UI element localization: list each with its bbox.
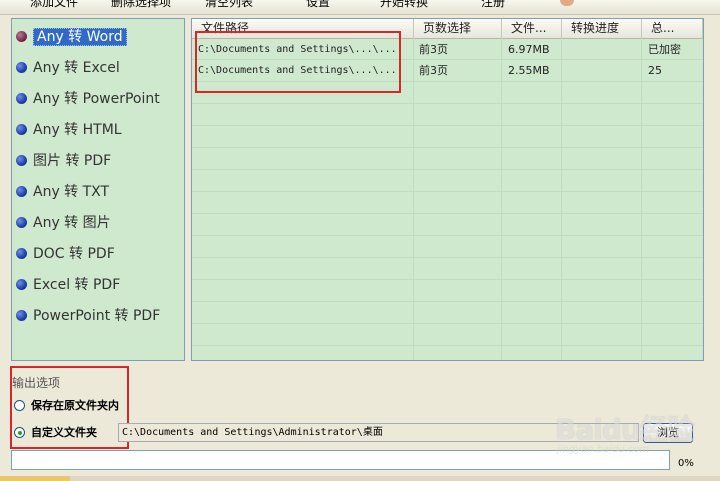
column-header-page-select[interactable]: 页数选择 [414,19,502,38]
converter-item-any-to-image[interactable]: Any 转 图片 [16,212,111,234]
bullet-icon [16,124,27,135]
column-divider [561,38,562,360]
cell-page-select[interactable]: 前3页 [419,40,497,60]
conversion-progress-bar [11,450,670,470]
radio-checked-icon [14,427,25,438]
bullet-icon [16,248,27,259]
row-divider [192,279,703,280]
bullet-icon [16,31,27,42]
row-divider [192,125,703,126]
cell-progress [567,40,639,60]
converter-list: Any 转 Word Any 转 Excel Any 转 PowerPoint … [11,18,185,361]
column-divider [641,38,642,360]
browse-button[interactable]: 浏览 [643,423,693,443]
progress-percent-text: 0% [678,458,694,469]
row-divider [192,345,703,346]
converter-item-any-to-excel[interactable]: Any 转 Excel [16,57,120,79]
column-divider [413,38,414,360]
highlight-box-file-paths [195,31,401,93]
converter-item-any-to-word[interactable]: Any 转 Word [16,26,127,48]
converter-label: PowerPoint 转 PDF [33,308,161,324]
radio-save-original-folder[interactable]: 保存在原文件夹内 [14,398,119,414]
cell-total: 25 [648,64,662,77]
converter-label: Any 转 Excel [33,60,120,76]
column-header-file-size[interactable]: 文件... [502,19,562,38]
converter-item-any-to-txt[interactable]: Any 转 TXT [16,181,109,203]
row-divider [192,147,703,148]
row-divider [192,169,703,170]
cell-file-size: 6.97MB [508,43,550,56]
converter-label: Excel 转 PDF [33,277,121,293]
help-icon[interactable] [560,0,574,6]
radio-custom-folder[interactable]: 自定义文件夹 [14,425,97,441]
row-divider [192,213,703,214]
output-path-field[interactable]: C:\Documents and Settings\Administrator\… [118,423,639,442]
converter-label: Any 转 Word [33,28,127,46]
column-header-progress[interactable]: 转换进度 [562,19,642,38]
bullet-icon [16,93,27,104]
bullet-icon [16,62,27,73]
add-file-button[interactable]: 添加文件 [30,0,78,11]
bullet-icon [16,186,27,197]
radio-unchecked-icon [14,400,25,411]
converter-label: Any 转 图片 [33,215,111,231]
converter-label: DOC 转 PDF [33,246,115,262]
status-bar-item [0,476,70,481]
cell-progress [567,61,639,81]
register-button[interactable]: 注册 [481,0,505,11]
bullet-icon [16,310,27,321]
settings-button[interactable]: 设置 [306,0,330,11]
bullet-icon [16,155,27,166]
row-divider [192,191,703,192]
converter-item-doc-to-pdf[interactable]: DOC 转 PDF [16,243,115,265]
delete-selected-button[interactable]: 删除选择项 [111,0,171,11]
clear-list-button[interactable]: 清空列表 [205,0,253,11]
column-divider [501,38,502,360]
cell-page-select[interactable]: 前3页 [419,61,497,81]
row-divider [192,103,703,104]
start-convert-button[interactable]: 开始转换 [380,0,428,11]
converter-label: 图片 转 PDF [33,153,112,169]
converter-item-excel-to-pdf[interactable]: Excel 转 PDF [16,274,120,296]
converter-item-any-to-html[interactable]: Any 转 HTML [16,119,122,141]
radio-label: 自定义文件夹 [31,426,97,439]
row-divider [192,235,703,236]
row-divider [192,257,703,258]
status-bar [0,476,720,481]
converter-item-any-to-powerpoint[interactable]: Any 转 PowerPoint [16,88,160,110]
converter-item-powerpoint-to-pdf[interactable]: PowerPoint 转 PDF [16,305,160,327]
toolbar: 添加文件 删除选择项 清空列表 设置 开始转换 注册 [0,0,720,15]
column-header-total[interactable]: 总... [642,19,703,38]
radio-label: 保存在原文件夹内 [31,399,119,412]
bullet-icon [16,217,27,228]
converter-label: Any 转 PowerPoint [33,91,160,107]
converter-label: Any 转 HTML [33,122,122,138]
output-options-title: 输出选项 [12,376,61,390]
converter-label: Any 转 TXT [33,184,110,200]
cell-file-size: 2.55MB [508,64,550,77]
converter-item-image-to-pdf[interactable]: 图片 转 PDF [16,150,111,172]
row-divider [192,323,703,324]
cell-total: 已加密 [648,43,681,56]
bullet-icon [16,279,27,290]
row-divider [192,301,703,302]
